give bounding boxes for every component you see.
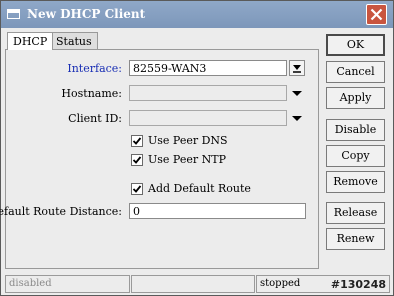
interface-select[interactable]: 82559-WAN3: [129, 60, 287, 76]
copy-button[interactable]: Copy: [326, 145, 385, 167]
remove-button[interactable]: Remove: [326, 171, 385, 193]
ok-button[interactable]: OK: [326, 34, 385, 56]
disable-button[interactable]: Disable: [326, 119, 385, 141]
add-default-route-checkbox[interactable]: [131, 183, 143, 195]
use-peer-dns-checkbox[interactable]: [131, 135, 143, 147]
chevron-down-icon: [292, 116, 302, 121]
checkmark-icon: [132, 185, 142, 193]
status-state-field: stopped #130248: [256, 275, 390, 293]
status-enabled-field: disabled: [5, 275, 130, 293]
default-route-distance-input[interactable]: 0: [129, 203, 306, 219]
window-icon: [7, 9, 20, 19]
add-default-route-label: Add Default Route: [148, 182, 251, 195]
tab-dhcp[interactable]: DHCP: [7, 32, 54, 50]
default-route-distance-label: Default Route Distance:: [0, 205, 122, 218]
window-title: New DHCP Client: [27, 7, 146, 21]
checkmark-icon: [132, 137, 142, 145]
interface-label: Interface:: [67, 62, 122, 75]
apply-button[interactable]: Apply: [326, 87, 385, 109]
close-button[interactable]: [366, 4, 387, 25]
release-button[interactable]: Release: [326, 202, 385, 224]
client-id-label: Client ID:: [68, 112, 122, 125]
tab-status[interactable]: Status: [50, 32, 98, 49]
watermark-text: #130248: [330, 278, 386, 291]
close-icon: [370, 8, 383, 21]
cancel-button[interactable]: Cancel: [326, 61, 385, 83]
hostname-label: Hostname:: [61, 87, 122, 100]
client-id-dropdown-button[interactable]: [289, 110, 305, 126]
checkmark-icon: [132, 156, 142, 164]
status-middle-field: [131, 275, 255, 293]
title-bar[interactable]: New DHCP Client: [1, 1, 393, 28]
status-state-text: stopped: [260, 278, 301, 289]
use-peer-ntp-label: Use Peer NTP: [148, 153, 226, 166]
hostname-dropdown-button[interactable]: [289, 85, 305, 101]
dhcp-client-window: New DHCP Client DHCP Status Interface: 8…: [0, 0, 394, 296]
dropdown-arrow-icon: [293, 65, 301, 73]
use-peer-ntp-checkbox[interactable]: [131, 154, 143, 166]
chevron-down-icon: [292, 91, 302, 96]
use-peer-dns-label: Use Peer DNS: [148, 134, 228, 147]
hostname-input[interactable]: [129, 85, 287, 101]
interface-dropdown-button[interactable]: [289, 60, 305, 76]
client-id-input[interactable]: [129, 110, 287, 126]
renew-button[interactable]: Renew: [326, 228, 385, 250]
